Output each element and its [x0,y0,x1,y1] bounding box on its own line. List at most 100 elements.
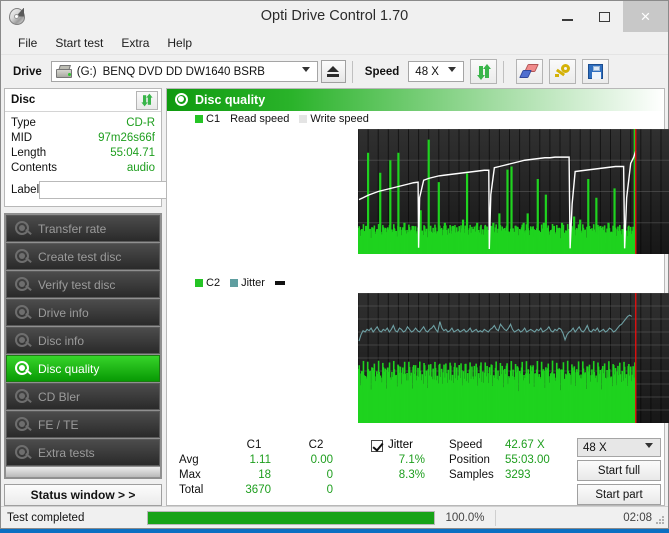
speed-select[interactable]: 48 X [408,61,465,82]
sidebar-item-disc-quality[interactable]: Disc quality [6,355,160,382]
legend-label: Jitter [241,277,265,289]
sidebar-item-extra-tests[interactable]: Extra tests [6,439,160,466]
sidebar-item-transfer-rate[interactable]: Transfer rate [6,215,160,242]
legend-label: Read speed [230,113,290,125]
samples-value: 3293 [505,469,531,481]
disc-contents-label: Contents [11,162,58,174]
disc-label-row: Label [11,179,242,203]
c1-legend: C1 Read speed Write speed [195,113,379,125]
menu-item-start-test[interactable]: Start test [46,34,112,52]
position-value: 55:03.00 [505,454,550,466]
charts-area: C1 Read speed Write speed 51015208 X16 X… [167,111,669,436]
app-disc-icon [7,7,27,27]
disc-test-icon [12,416,34,434]
progress-bar [147,510,435,525]
legend-item-c2: C2 [195,277,220,289]
legend-label: Write speed [310,113,369,125]
disc-test-icon [12,304,34,322]
sidebar-item-label: Disc quality [38,361,100,376]
write-speed-swatch [299,115,308,123]
drive-letter: (G:) [76,65,97,78]
status-message: Test completed [7,511,85,524]
jitter-toggle-row[interactable]: Jitter [371,438,425,453]
disc-row-mid: MID 97m26s66f [11,131,155,146]
eject-button[interactable] [320,60,346,83]
stats-total-c1: 3670 [245,484,271,496]
sidebar-item-label: Drive info [38,305,89,320]
sidebar-item-create-test-disc[interactable]: Create test disc [6,243,160,270]
maximize-button[interactable] [586,1,623,32]
sidebar-item-drive-info[interactable]: Drive info [6,299,160,326]
sidebar-item-label: Extra tests [38,445,95,460]
c1-plot: 51015208 X16 X24 X32 X40 X48 X0102030405… [358,129,669,254]
menu-item-extra[interactable]: Extra [112,34,158,52]
disc-panel-header: Disc [5,89,161,112]
speed-stats: Speed 42.67 X Position 55:03.00 Samples … [449,438,571,505]
stats-header-c1: C1 [246,439,262,451]
disc-label-caption: Label [11,183,40,196]
c2-plot: 123456789102%4%6%8%10%01020304050607080 … [358,293,669,423]
jitter-swatch [230,279,239,287]
disc-panel-title: Disc [11,94,36,106]
resize-grip[interactable] [655,515,665,525]
progress-fill [148,511,434,524]
sidebar-item-verify-test-disc[interactable]: Verify test disc [6,271,160,298]
speed-stat-value: 42.67 X [505,439,545,451]
disc-length-label: Length [11,147,47,159]
jitter-checkbox[interactable] [371,439,383,452]
test-speed-select[interactable]: 48 X [577,438,661,457]
legend-label: C1 [206,113,221,125]
c1-swatch [195,115,203,123]
jitter-avg-value: 7.1% [398,454,425,466]
minimize-button[interactable] [549,1,586,32]
toolbar: Drive (G:) BENQ DVD DD DW1640 BSRB Speed … [1,54,668,88]
sidebar-item-disc-info[interactable]: Disc info [6,327,160,354]
nav-spacer [6,467,160,477]
disc-row-length: Length 55:04.71 [11,146,155,161]
save-button[interactable] [582,59,610,84]
elapsed-time: 02:08 [623,511,652,524]
title-bar: Opti Drive Control 1.70 × [1,1,668,32]
stats-total-c2: 0 [326,484,333,496]
start-part-button[interactable]: Start part [577,484,661,505]
stats-row-max-label: Max [179,469,201,481]
disc-quality-icon [173,92,191,108]
disc-refresh-button[interactable] [136,90,158,110]
sidebar-item-cd-bler[interactable]: CD Bler [6,383,160,410]
stats-row-avg-label: Avg [179,454,199,466]
position-label: Position [449,454,490,466]
app-window: Opti Drive Control 1.70 × File Start tes… [0,0,669,529]
c2-swatch [195,279,203,287]
speed-label: Speed [364,65,400,78]
disc-test-icon [12,388,34,406]
nav-list: Transfer rate Create test disc Verify te… [4,213,162,479]
menu-item-file[interactable]: File [9,34,46,52]
jitter-max-value: 8.3% [398,469,425,481]
disc-test-icon [12,248,34,266]
status-window-button[interactable]: Status window > > [4,484,162,506]
sidebar-item-fe-te[interactable]: FE / TE [6,411,160,438]
main-panel: Disc quality C1 Read speed Write speed C… [166,88,669,506]
legend-item-c1: C1 [195,113,220,125]
disc-mid-label: MID [11,132,33,144]
sidebar-item-label: Transfer rate [38,221,107,236]
disc-mid-value: 97m26s66f [98,132,155,144]
sidebar-item-label: CD Bler [38,389,81,404]
sidebar-item-label: Create test disc [38,249,122,264]
key-button[interactable] [549,59,577,84]
erase-button[interactable] [516,59,544,84]
chevron-down-icon [301,67,310,72]
content-area: Disc Type CD-R MID 97m26s66f Length 55:0… [1,88,669,506]
stats-panel: C1 C2 Avg 1.11 0.00 Max 18 0 Total 3670 … [167,436,664,505]
jitter-label: Jitter [388,439,413,451]
disc-test-icon [12,332,34,350]
close-button[interactable]: × [623,1,668,32]
refresh-button[interactable] [470,59,498,84]
start-full-button[interactable]: Start full [577,460,661,481]
chevron-down-icon [645,443,653,448]
legend-item-read-speed: Read speed [230,113,289,125]
menu-item-help[interactable]: Help [158,34,201,52]
stats-header-c2: C2 [308,439,324,451]
disc-test-icon [12,220,34,238]
drive-select[interactable]: (G:) BENQ DVD DD DW1640 BSRB [50,61,318,82]
